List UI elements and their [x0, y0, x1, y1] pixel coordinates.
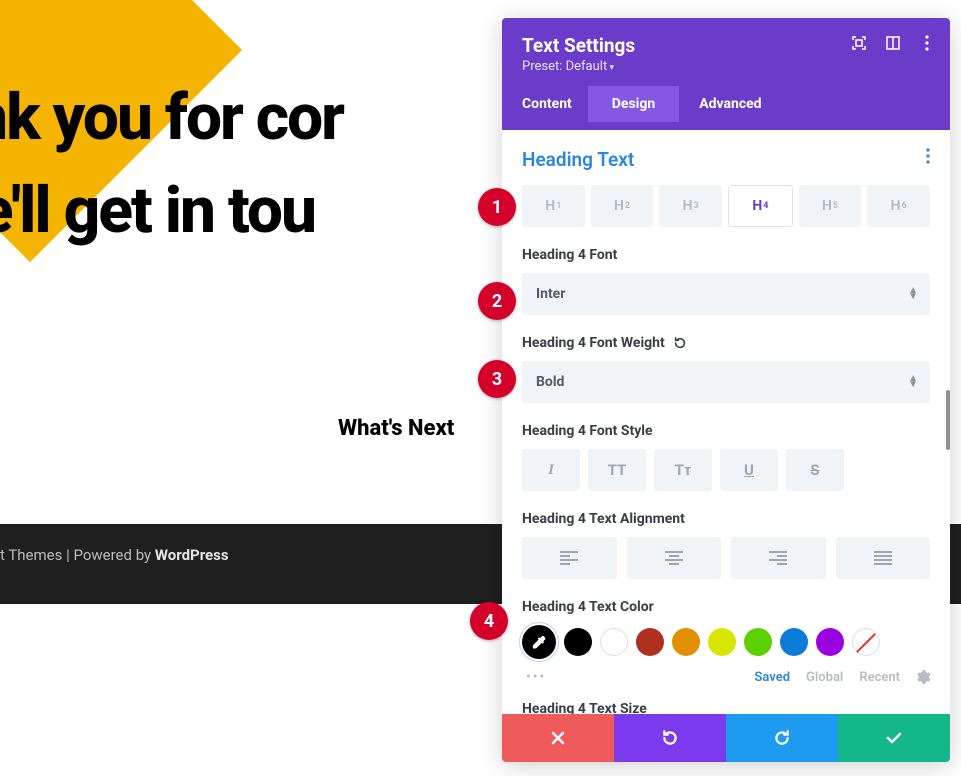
h2-tab[interactable]: H2	[591, 185, 654, 227]
alignment-buttons	[522, 537, 930, 579]
page-heading: ank you for cor Ve'll get in tou	[0, 72, 343, 258]
heading-line-1: ank you for cor	[0, 72, 343, 165]
annotation-4: 4	[470, 602, 508, 640]
swatch-blue[interactable]	[780, 628, 808, 656]
uppercase-button[interactable]: TT	[588, 449, 646, 491]
font-value: Inter	[536, 286, 565, 302]
cancel-button[interactable]	[502, 714, 614, 762]
h5-tab[interactable]: H5	[799, 185, 862, 227]
color-label: Heading 4 Text Color	[522, 599, 930, 615]
align-left-button[interactable]	[522, 537, 617, 579]
columns-icon[interactable]	[884, 34, 902, 52]
swatch-white[interactable]	[600, 628, 628, 656]
swatch-yellow[interactable]	[708, 628, 736, 656]
annotation-3: 3	[478, 360, 516, 398]
panel-body: Heading Text H1 H2 H3 H4 H5 H6 Heading 4…	[502, 130, 950, 714]
annotation-1: 1	[478, 188, 516, 226]
swatch-black[interactable]	[564, 628, 592, 656]
weight-value: Bold	[536, 374, 564, 390]
recent-colors-tab[interactable]: Recent	[859, 670, 900, 685]
color-swatches	[522, 625, 930, 659]
smallcaps-button[interactable]: Tᴛ	[654, 449, 712, 491]
footer-wordpress: WordPress	[155, 546, 229, 564]
italic-button[interactable]: I	[522, 449, 580, 491]
align-justify-button[interactable]	[836, 537, 931, 579]
swatch-red[interactable]	[636, 628, 664, 656]
swatch-none[interactable]	[852, 628, 880, 656]
heading-line-2: Ve'll get in tou	[0, 165, 343, 258]
swatch-purple[interactable]	[816, 628, 844, 656]
reset-icon[interactable]	[673, 336, 687, 350]
eyedropper-button[interactable]	[522, 625, 556, 659]
gear-icon[interactable]	[916, 670, 930, 684]
style-label: Heading 4 Font Style	[522, 423, 930, 439]
font-label: Heading 4 Font	[522, 247, 930, 263]
align-right-button[interactable]	[731, 537, 826, 579]
text-settings-panel: Text Settings Preset: Default Content De…	[502, 18, 950, 762]
more-colors-button[interactable]: •••	[522, 667, 550, 687]
settings-tabs: Content Design Advanced	[522, 86, 930, 122]
more-icon[interactable]	[918, 34, 936, 52]
select-arrows-icon: ▲▼	[908, 376, 918, 388]
whats-next-heading: What's Next	[338, 416, 454, 441]
heading-level-tabs: H1 H2 H3 H4 H5 H6	[522, 185, 930, 227]
footer-sep: | Powered by	[62, 546, 155, 564]
h6-tab[interactable]: H6	[867, 185, 930, 227]
section-heading-text[interactable]: Heading Text	[522, 148, 930, 171]
underline-button[interactable]: U	[720, 449, 778, 491]
redo-button[interactable]	[726, 714, 838, 762]
align-label: Heading 4 Text Alignment	[522, 511, 930, 527]
weight-label: Heading 4 Font Weight	[522, 335, 930, 351]
h3-tab[interactable]: H3	[659, 185, 722, 227]
font-style-buttons: I TT Tᴛ U S	[522, 449, 930, 491]
swatch-green[interactable]	[744, 628, 772, 656]
size-label: Heading 4 Text Size	[522, 701, 930, 714]
save-button[interactable]	[838, 714, 950, 762]
undo-button[interactable]	[614, 714, 726, 762]
h1-tab[interactable]: H1	[522, 185, 585, 227]
footer-theme-text: t Themes	[0, 546, 62, 564]
section-more-icon[interactable]	[926, 148, 930, 164]
weight-select[interactable]: Bold ▲▼	[522, 361, 930, 403]
panel-footer	[502, 714, 950, 762]
font-select[interactable]: Inter ▲▼	[522, 273, 930, 315]
global-colors-tab[interactable]: Global	[806, 670, 843, 685]
h4-tab[interactable]: H4	[728, 185, 793, 227]
scrollbar[interactable]	[946, 390, 950, 450]
preset-dropdown[interactable]: Preset: Default	[522, 59, 930, 74]
align-center-button[interactable]	[627, 537, 722, 579]
strikethrough-button[interactable]: S	[786, 449, 844, 491]
tab-design[interactable]: Design	[588, 86, 679, 122]
expand-icon[interactable]	[850, 34, 868, 52]
panel-header[interactable]: Text Settings Preset: Default Content De…	[502, 18, 950, 130]
saved-colors-tab[interactable]: Saved	[754, 670, 790, 685]
tab-content[interactable]: Content	[522, 86, 572, 122]
swatch-orange[interactable]	[672, 628, 700, 656]
select-arrows-icon: ▲▼	[908, 288, 918, 300]
tab-advanced[interactable]: Advanced	[699, 86, 761, 122]
annotation-2: 2	[478, 282, 516, 320]
